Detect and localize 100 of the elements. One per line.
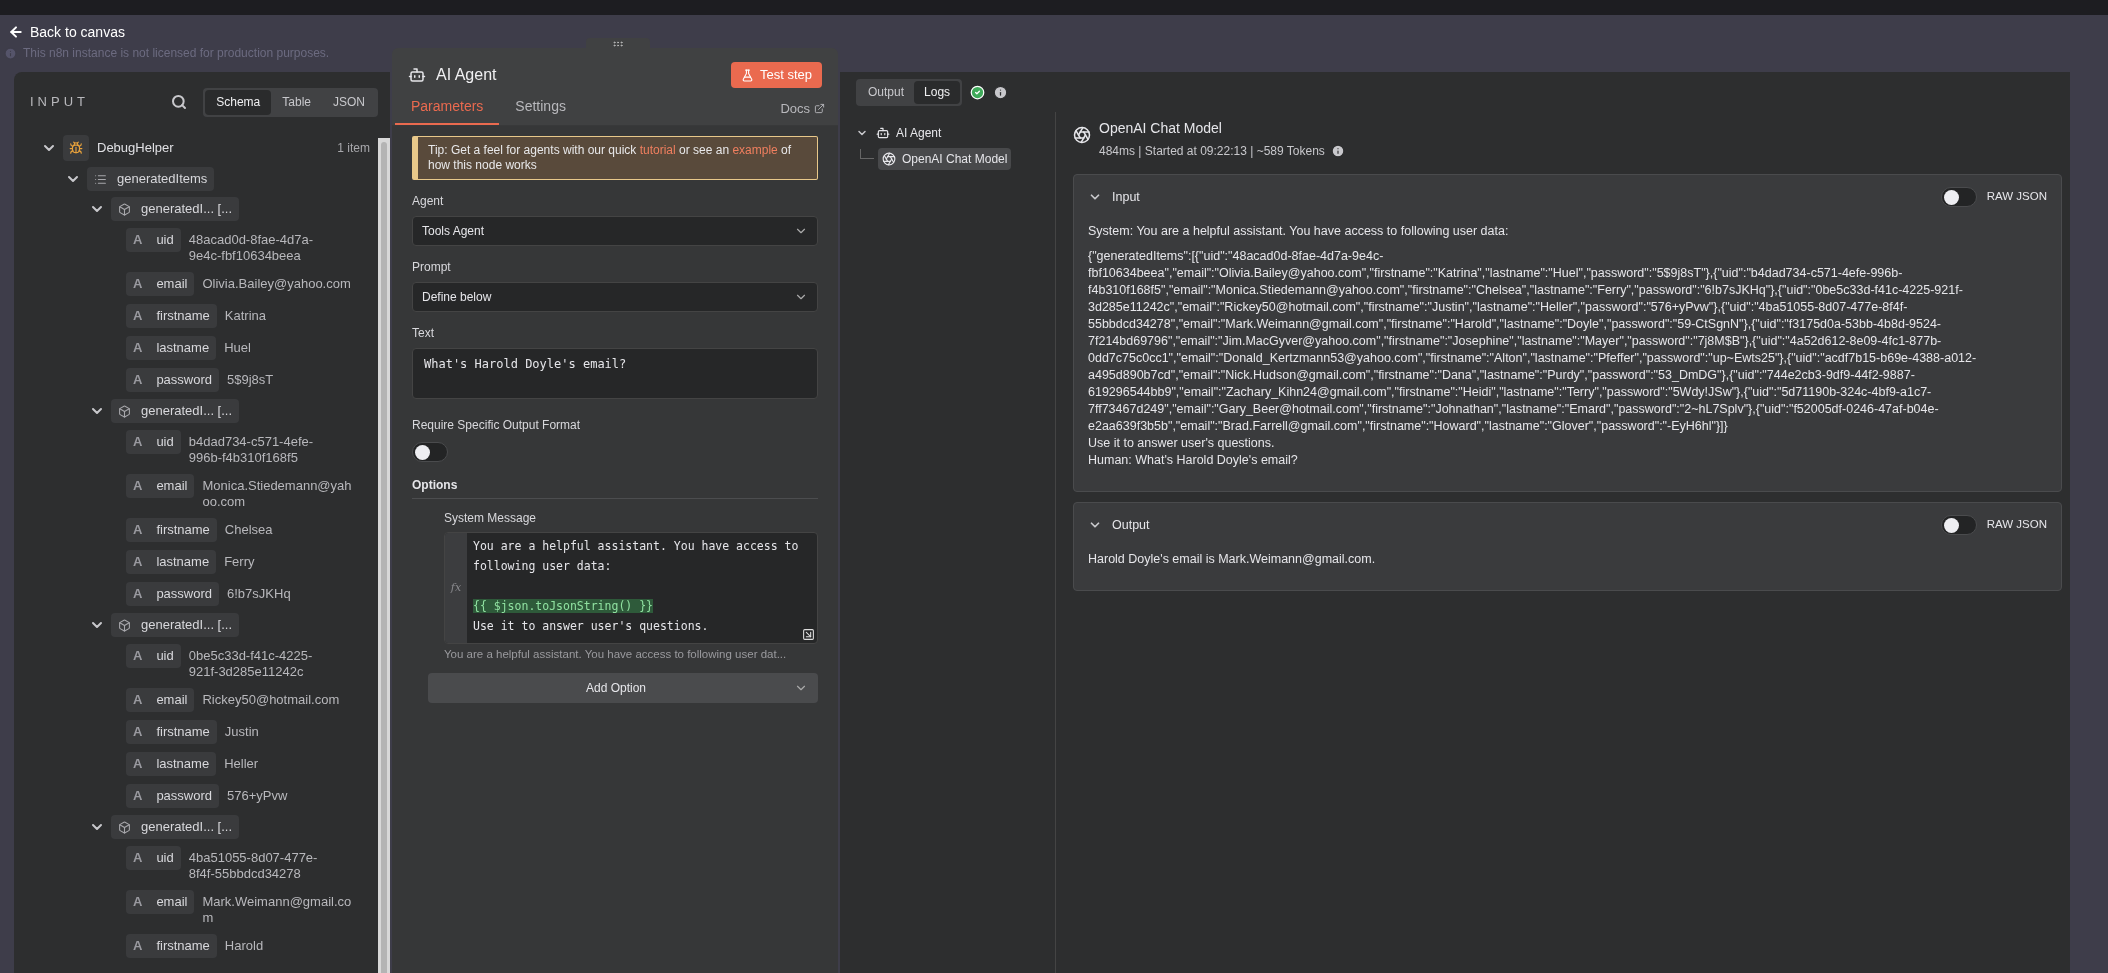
view-tab[interactable]: JSON	[322, 89, 376, 115]
item-count: 1 item	[337, 140, 371, 157]
add-option-button[interactable]: Add Option	[428, 673, 818, 704]
log-tree-item[interactable]: OpenAI Chat Model	[878, 148, 1012, 170]
expression-editor[interactable]: fx You are a helpful assistant. You have access to following user data: {{ $json.toJsonString() }} Use it to answer user's questions.	[444, 532, 818, 644]
aperture-icon	[882, 152, 896, 166]
scrollbar[interactable]	[378, 138, 390, 973]
field-key: A password	[126, 784, 220, 808]
external-link-icon	[814, 102, 825, 114]
info-icon[interactable]	[1330, 144, 1345, 158]
section-heading: Options	[412, 476, 818, 499]
field-key: A uid	[126, 644, 181, 668]
node-name: DebugHelper	[97, 139, 175, 158]
select-field[interactable]: Define below	[412, 282, 818, 312]
field-value: Chelsea	[224, 521, 274, 538]
robot-icon	[876, 126, 890, 140]
view-tab[interactable]: Logs	[914, 80, 961, 104]
field-key: A email	[126, 272, 195, 296]
docs-link[interactable]: Docs	[780, 98, 835, 125]
cube-icon	[118, 202, 131, 216]
field-label: System Message	[444, 510, 538, 527]
field-label: Require Specific Output Format	[412, 417, 582, 434]
field-key: A uid	[126, 228, 181, 252]
field-key: A lastname	[126, 336, 217, 360]
tip-text: Tip: Get a feel for agents with our quick tutorial or see an example of how this node works	[412, 136, 818, 180]
grip-icon[interactable]	[610, 38, 626, 50]
raw-json-label: RAW JSON	[1986, 189, 2047, 205]
section-title: Output	[1112, 516, 1151, 534]
toggle-switch[interactable]	[412, 442, 448, 462]
success-icon	[970, 84, 986, 100]
expression-token: {{ $json.toJsonString() }}	[473, 599, 653, 613]
run-meta: 484ms | Started at 09:22:13 | ~589 Tokens	[1099, 143, 1325, 160]
message-text: {"generatedItems":[{"uid":"48acad0d-8fae-4d7a-9e4c-fbf10634beea","email":"Olivia.Bailey@yahoo.com","firstname":"Katrina","lastname":"Huel","password":"5$9j8sT"},{"uid":"b4dad734-c571-4efe-996b-f4b310f168f5","email":"Monica.Stiedemann@yahoo.com","firstname":"Chelsea","lastname":"Ferry","password":"6!b7sJKHq"},{"uid":"0be5c33d-f41c-4225-921f-3d285e11242c","email":"Rickey50@hotmail.com","firstname":"Justin","lastname":"Heller","password":"576+yPvw"},{"uid":"4ba51055-8d07-477e-8f4f-55bbdcd34278","email":"Mark.Weimann@gmail.com","firstname":"Harold","lastname":"Doyle","password":"59-CtSgnN"},{"uid":"f3175d0a-53bb-4b8d-9524-7f214bd69796","email":"Jim.MacGyver@yahoo.com","firstname":"Josephine","lastname":"Mayer","password":"7j8M$B"},{"uid":"4a52d612-8e09-4fc1-877b-0dd7c75c0cc1","email":"Donald_Kertzmann53@yahoo.com","firstname":"Alton","lastname":"Pfeffer","password":"up~Ewts25"},{"uid":"acdf7b15-b69e-4388-a012-a495d890b7cd","email":"Nick.Hudson@gmail.com","firstname":"Dana","lastname":"Purdy","password":"53_DmDG"},{"uid":"744e2cb3-9df9-44f2-9887-619296544bb9","email":"Zachary_Kihn24@gmail.com","firstname":"Heidi","lastname":"Terry","password":"5Wdy!JSw"},{"uid":"5d71190b-324c-4bf9-a1c7-7ff73467d249","email":"Gary_Beer@hotmail.com","firstname":"Johnathan","lastname":"Emard","password":"2~hL7Splv"},{"uid":"f52005df-0246-47af-b04e-e2aa639f3b5b","email":"Brad.Farrell@gmail.com","firstname":"Howard","lastname":"Glover","password":"-EyH6hl"}]} Use it to answer user's questions. Human: What's Harold Doyle's email?	[1088, 248, 1978, 469]
robot-icon	[408, 66, 426, 84]
field-value: 48acad0d-8fae-4d7a-9e4c-fbf10634beea	[188, 231, 315, 264]
field-key: A email	[126, 890, 195, 914]
field-key: A firstname	[126, 304, 217, 328]
field-value: 4ba51055-8d07-477e-8f4f-55bbdcd34278	[188, 849, 319, 882]
field-key: A password	[126, 368, 220, 392]
schema-group-pill: generatedI... [...	[111, 197, 240, 221]
schema-group-pill: generatedI... [...	[111, 399, 240, 423]
code-line: You are a helpful assistant. You have access to following user data:	[473, 538, 800, 575]
cube-icon	[118, 404, 131, 418]
view-tab[interactable]: Schema	[205, 89, 272, 115]
field-key: A firstname	[126, 518, 217, 542]
flask-icon	[740, 68, 754, 82]
field-key: A lastname	[126, 550, 217, 574]
info-icon	[4, 46, 17, 60]
field-key: A uid	[126, 846, 181, 870]
resize-icon[interactable]	[802, 628, 815, 641]
log-tree-item[interactable]: AI Agent	[872, 122, 946, 144]
view-tab[interactable]: Table	[271, 89, 322, 115]
info-icon[interactable]	[993, 84, 1009, 100]
back-link[interactable]: Back to canvas	[30, 24, 125, 40]
view-tab[interactable]: Output	[858, 80, 915, 104]
toggle-switch[interactable]	[1940, 187, 1977, 207]
message-text: Harold Doyle's email is Mark.Weimann@gmail.com.	[1088, 551, 1377, 568]
toggle-switch[interactable]	[1940, 515, 1977, 535]
preview-text: You are a helpful assistant. You have access to following user dat...	[444, 647, 788, 662]
code-line: Use it to answer user's questions.	[473, 618, 710, 635]
cube-icon	[118, 618, 131, 632]
fx-label: fx	[450, 579, 462, 596]
run-title: OpenAI Chat Model	[1099, 119, 1223, 138]
schema-group-pill: generatedItems	[87, 167, 215, 191]
node-title: AI Agent	[436, 65, 498, 85]
field-value: Mark.Weimann@gmail.com	[202, 893, 353, 926]
field-value: Monica.Stiedemann@yahoo.com	[202, 477, 353, 510]
field-key: A uid	[126, 430, 181, 454]
field-value: 576+yPvw	[227, 787, 289, 804]
schema-group-pill: generatedI... [...	[111, 613, 240, 637]
field-value: Justin	[224, 723, 260, 740]
field-key: A email	[126, 688, 195, 712]
settings-tab[interactable]: Settings	[499, 96, 582, 125]
field-label: Agent	[412, 193, 445, 210]
schema-group-pill: generatedI... [...	[111, 815, 240, 839]
field-key: A firstname	[126, 934, 217, 958]
select-field[interactable]: Tools Agent	[412, 216, 818, 246]
field-key: A password	[126, 582, 220, 606]
field-label: Text	[412, 325, 435, 342]
field-value: 5$9j8sT	[227, 371, 275, 388]
panel-title: INPUT	[30, 93, 90, 112]
drag-handle[interactable]	[586, 38, 650, 50]
field-key: A firstname	[126, 720, 217, 744]
section-title: Input	[1112, 188, 1141, 206]
field-value: Katrina	[224, 307, 268, 324]
field-value: 0be5c33d-f41c-4225-921f-3d285e11242c	[188, 647, 314, 680]
field-value: Olivia.Bailey@yahoo.com	[202, 275, 352, 292]
field-value: Harold	[224, 937, 265, 954]
field-value: Rickey50@hotmail.com	[202, 691, 341, 708]
field-key: A email	[126, 474, 195, 498]
search-icon[interactable]	[171, 94, 188, 110]
aperture-icon	[1073, 126, 1091, 144]
raw-json-label: RAW JSON	[1986, 517, 2047, 533]
field-value: Ferry	[224, 553, 256, 570]
field-value: Heller	[224, 755, 260, 772]
bug-icon	[63, 135, 89, 161]
message-text: System: You are a helpful assistant. You have access to following user data:	[1088, 223, 1510, 240]
field-key: A lastname	[126, 752, 217, 776]
field-label: Prompt	[412, 259, 452, 276]
text-input-field[interactable]: What's Harold Doyle's email?	[412, 348, 818, 399]
